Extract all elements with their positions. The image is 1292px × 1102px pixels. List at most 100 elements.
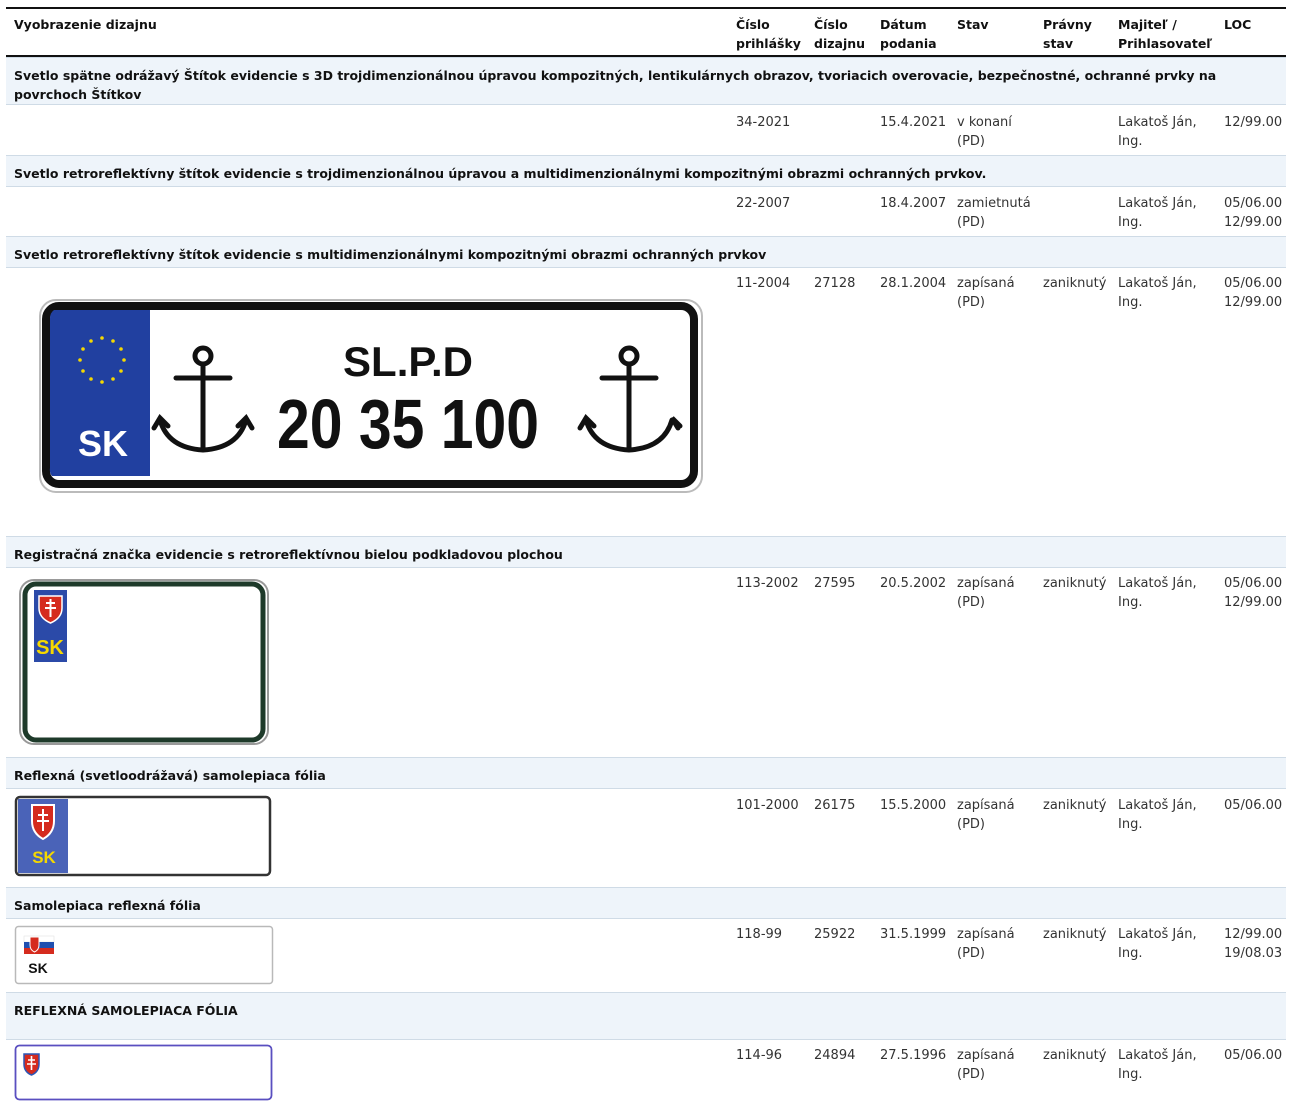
cell-loc: 12/99.00 bbox=[1224, 113, 1282, 132]
header-application-number[interactable]: Číslo prihlášky bbox=[736, 15, 801, 53]
cell-application-number: 22-2007 bbox=[736, 196, 791, 211]
cell-owner-name: Lakatoš Ján, bbox=[1118, 576, 1197, 591]
row-title-band[interactable]: Svetlo spätne odrážavý Štítok evidencie … bbox=[6, 57, 1286, 105]
cell-status-type: (PD) bbox=[957, 295, 985, 310]
plate-text-line2: 20 35 100 bbox=[277, 385, 539, 463]
row-title-band[interactable]: Reflexná (svetloodrážavá) samolepiaca fó… bbox=[6, 757, 1286, 789]
header-legal-status-line2: stav bbox=[1043, 36, 1073, 51]
cell-owner: Lakatoš Ján, Ing. bbox=[1118, 796, 1208, 834]
cell-status-type: (PD) bbox=[957, 946, 985, 961]
cell-loc-1: 12/99.00 bbox=[1224, 927, 1283, 942]
row-title-band[interactable]: Svetlo retroreflektívny štítok evidencie… bbox=[6, 155, 1286, 187]
cell-application-number: 113-2002 bbox=[736, 576, 799, 591]
cell-owner: Lakatoš Ján, Ing. bbox=[1118, 574, 1208, 612]
cell-status: zapísaná (PD) bbox=[957, 574, 1015, 612]
header-design-number-line2: dizajnu bbox=[814, 36, 866, 51]
cell-filing-date: 20.5.2002 bbox=[880, 576, 947, 591]
cell-loc-1: 12/99.00 bbox=[1224, 115, 1283, 130]
cell-status-text: zapísaná bbox=[957, 927, 1015, 942]
cell-loc-1: 05/06.00 bbox=[1224, 576, 1283, 591]
cell-legal-status: zaniknutý bbox=[1043, 276, 1107, 291]
cell-status-type: (PD) bbox=[957, 817, 985, 832]
cell-application-number: 101-2000 bbox=[736, 798, 799, 813]
header-owner-line1: Majiteľ / bbox=[1118, 17, 1177, 32]
header-status[interactable]: Stav bbox=[957, 15, 989, 34]
design-image-anchor-plate[interactable]: SK SL.P.D 20 35 100 bbox=[38, 298, 704, 494]
cell-owner-title: Ing. bbox=[1118, 134, 1143, 149]
cell-design-number: 24894 bbox=[814, 1048, 856, 1063]
row-title-band[interactable]: Samolepiaca reflexná fólia bbox=[6, 887, 1286, 919]
plate-country-code: SK bbox=[36, 637, 64, 659]
row-title-band[interactable]: REFLEXNÁ SAMOLEPIACA FÓLIA bbox=[6, 992, 1286, 1040]
cell-design-number: 25922 bbox=[814, 927, 856, 942]
cell-loc: 12/99.00 19/08.03 bbox=[1224, 925, 1282, 963]
cell-loc-1: 05/06.00 bbox=[1224, 276, 1283, 291]
cell-status-text: zapísaná bbox=[957, 798, 1015, 813]
cell-loc-2: 12/99.00 bbox=[1224, 295, 1283, 310]
cell-status: v konaní (PD) bbox=[957, 113, 1012, 151]
cell-filing-date: 28.1.2004 bbox=[880, 276, 947, 291]
cell-owner-title: Ing. bbox=[1118, 1067, 1143, 1082]
cell-status-type: (PD) bbox=[957, 595, 985, 610]
cell-application-number: 34-2021 bbox=[736, 115, 791, 130]
cell-filing-date: 18.4.2007 bbox=[880, 196, 947, 211]
header-design-image: Vyobrazenie dizajnu bbox=[14, 17, 157, 32]
design-image-blank-plate[interactable]: SK bbox=[18, 578, 270, 746]
slovak-flag-icon bbox=[29, 936, 40, 953]
cell-filing-date: 15.5.2000 bbox=[880, 798, 947, 813]
cell-filing-date: 15.4.2021 bbox=[880, 115, 947, 130]
cell-owner-title: Ing. bbox=[1118, 817, 1143, 832]
cell-loc-2: 12/99.00 bbox=[1224, 595, 1283, 610]
header-legal-status[interactable]: Právny stav bbox=[1043, 15, 1092, 53]
row-title-band[interactable]: Registračná značka evidencie s retrorefl… bbox=[6, 536, 1286, 568]
cell-filing-date: 27.5.1996 bbox=[880, 1048, 947, 1063]
cell-design-number: 27128 bbox=[814, 276, 856, 291]
cell-loc-1: 05/06.00 bbox=[1224, 1048, 1283, 1063]
cell-owner: Lakatoš Ján, Ing. bbox=[1118, 194, 1208, 232]
table-row[interactable]: 34-2021 15.4.2021 v konaní (PD) Lakatoš J… bbox=[6, 113, 1286, 153]
header-application-number-line1: Číslo bbox=[736, 17, 770, 32]
cell-status-type: (PD) bbox=[957, 134, 985, 149]
cell-status-text: zapísaná bbox=[957, 1048, 1015, 1063]
cell-owner-title: Ing. bbox=[1118, 595, 1143, 610]
cell-loc: 05/06.00 12/99.00 bbox=[1224, 194, 1282, 232]
header-loc[interactable]: LOC bbox=[1224, 15, 1251, 34]
cell-design-number: 27595 bbox=[814, 576, 856, 591]
design-image-reflex-foil[interactable] bbox=[14, 1044, 274, 1102]
header-filing-date-line2: podania bbox=[880, 36, 937, 51]
design-image-foil-plate[interactable]: SK bbox=[14, 795, 272, 877]
cell-status-text: v konaní bbox=[957, 115, 1012, 130]
table-row[interactable]: 22-2007 18.4.2007 zamietnutá (PD) Lakatoš… bbox=[6, 194, 1286, 234]
cell-owner-name: Lakatoš Ján, bbox=[1118, 196, 1197, 211]
row-title-band[interactable]: Svetlo retroreflektívny štítok evidencie… bbox=[6, 236, 1286, 268]
cell-status: zapísaná (PD) bbox=[957, 274, 1015, 312]
cell-status-type: (PD) bbox=[957, 1067, 985, 1082]
cell-loc: 05/06.00 12/99.00 bbox=[1224, 274, 1282, 312]
design-image-sk-foil[interactable]: SK bbox=[14, 925, 274, 985]
header-filing-date[interactable]: Dátum podania bbox=[880, 15, 937, 53]
cell-owner-title: Ing. bbox=[1118, 295, 1143, 310]
header-design-number[interactable]: Číslo dizajnu bbox=[814, 15, 865, 53]
cell-loc-2: 12/99.00 bbox=[1224, 215, 1283, 230]
cell-loc: 05/06.00 12/99.00 bbox=[1224, 574, 1282, 612]
cell-legal-status: zaniknutý bbox=[1043, 1048, 1107, 1063]
header-legal-status-line1: Právny bbox=[1043, 17, 1092, 32]
flag-red-stripe bbox=[24, 948, 54, 954]
header-owner-line2: Prihlasovateľ bbox=[1118, 36, 1213, 51]
header-application-number-line2: prihlášky bbox=[736, 36, 801, 51]
cell-legal-status: zaniknutý bbox=[1043, 576, 1107, 591]
cell-status: zamietnutá (PD) bbox=[957, 194, 1031, 232]
cell-status-type: (PD) bbox=[957, 215, 985, 230]
cell-legal-status: zaniknutý bbox=[1043, 927, 1107, 942]
plate-text-line1: SL.P.D bbox=[343, 338, 473, 385]
cell-loc: 05/06.00 bbox=[1224, 796, 1282, 815]
cell-owner: Lakatoš Ján, Ing. bbox=[1118, 274, 1208, 312]
header-owner[interactable]: Majiteľ / Prihlasovateľ bbox=[1118, 15, 1212, 53]
cell-owner-name: Lakatoš Ján, bbox=[1118, 798, 1197, 813]
table-header: Vyobrazenie dizajnu Číslo prihlášky Čísl… bbox=[6, 14, 1286, 54]
cell-status-text: zamietnutá bbox=[957, 196, 1031, 211]
cell-owner-name: Lakatoš Ján, bbox=[1118, 115, 1197, 130]
header-filing-date-line1: Dátum bbox=[880, 17, 927, 32]
plate-country-code: SK bbox=[32, 848, 56, 867]
cell-design-number: 26175 bbox=[814, 798, 856, 813]
